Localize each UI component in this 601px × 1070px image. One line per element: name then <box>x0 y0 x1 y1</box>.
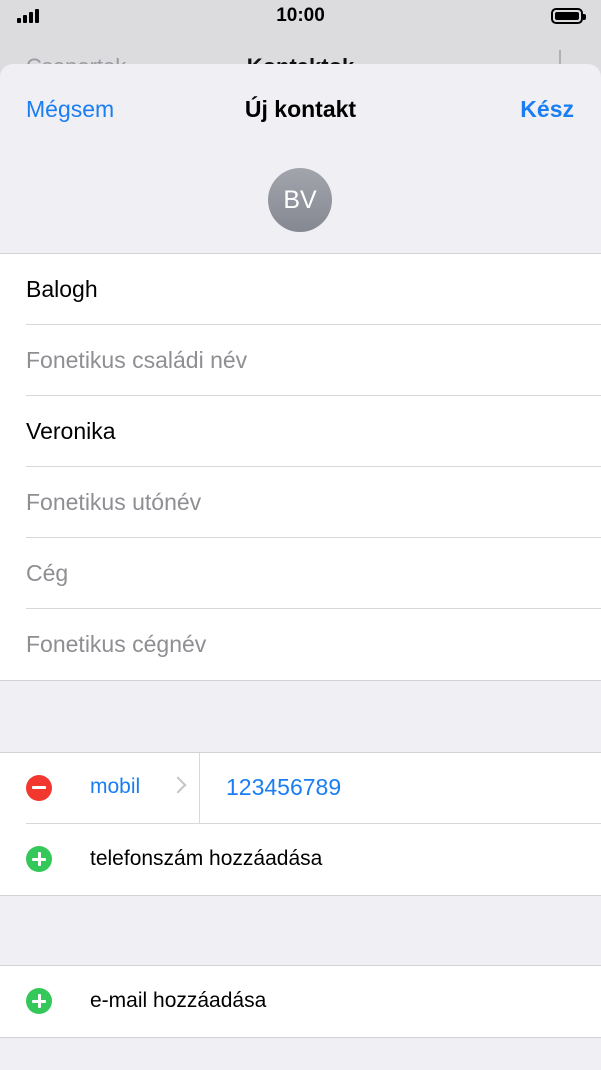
status-time: 10:00 <box>276 5 325 26</box>
divider <box>199 753 200 823</box>
add-phone-icon[interactable] <box>26 846 52 872</box>
phonetic-first-name-row <box>26 467 601 538</box>
navigation-bar: Mégsem Új kontakt Kész <box>0 64 601 154</box>
page-title: Új kontakt <box>244 96 357 122</box>
add-phone-label[interactable]: telefonszám hozzáadása <box>90 847 322 871</box>
last-name-field[interactable] <box>26 254 586 324</box>
phonetic-last-name-row <box>26 325 601 396</box>
name-fields-group <box>0 253 601 681</box>
phonetic-company-row <box>26 609 601 680</box>
status-bar: 10:00 <box>0 0 601 34</box>
phonetic-company-field[interactable] <box>26 609 586 679</box>
chevron-right-icon[interactable] <box>169 776 187 794</box>
add-email-row[interactable]: e-mail hozzáadása <box>26 966 601 1037</box>
avatar[interactable]: BV <box>268 168 332 232</box>
company-row <box>26 538 601 609</box>
phone-row: mobil 123456789 <box>26 753 601 824</box>
add-phone-row[interactable]: telefonszám hozzáadása <box>26 824 601 895</box>
phone-label-selector[interactable]: mobil <box>90 775 140 799</box>
battery-icon <box>551 8 586 24</box>
phone-group: mobil 123456789 telefonszám hozzáadása <box>0 752 601 896</box>
email-group: e-mail hozzáadása <box>0 965 601 1038</box>
company-field[interactable] <box>26 538 586 608</box>
first-name-field[interactable] <box>26 396 586 466</box>
first-name-row <box>26 396 601 467</box>
phone-number-field[interactable]: 123456789 <box>226 774 341 801</box>
phonetic-last-name-field[interactable] <box>26 325 586 395</box>
done-button[interactable]: Kész <box>520 96 574 123</box>
add-email-label[interactable]: e-mail hozzáadása <box>90 989 266 1013</box>
phonetic-first-name-field[interactable] <box>26 467 586 537</box>
last-name-row <box>26 254 601 325</box>
remove-phone-icon[interactable] <box>26 775 52 801</box>
add-email-icon[interactable] <box>26 988 52 1014</box>
new-contact-sheet: Mégsem Új kontakt Kész BV mobil 123 <box>0 64 601 1070</box>
